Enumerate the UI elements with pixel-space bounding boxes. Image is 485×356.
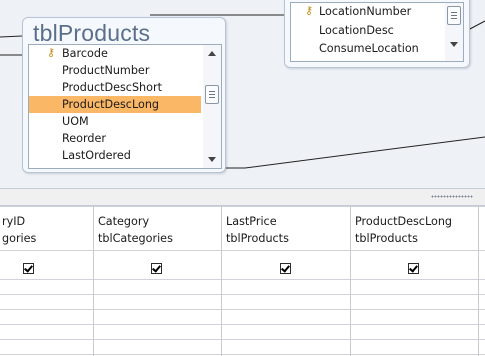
query-design-diagram-pane[interactable]: tblProducts ⚷ Barcode ProductNumber Prod… (0, 0, 485, 188)
grid-field-cell[interactable]: Category (98, 214, 218, 230)
scroll-thumb[interactable] (205, 85, 219, 104)
show-checkbox[interactable] (408, 263, 419, 274)
grid-line (0, 250, 485, 251)
scroll-thumb[interactable] (447, 6, 461, 25)
location-table-fields[interactable]: ⚷ LocationNumber LocationDesc ConsumeLoc… (290, 2, 464, 62)
grid-line (0, 206, 485, 207)
show-checkbox[interactable] (151, 263, 162, 274)
field-locationdesc[interactable]: LocationDesc (291, 22, 443, 39)
grid-table-cell[interactable]: tblCategories (98, 231, 218, 247)
primary-key-icon: ⚷ (305, 4, 314, 17)
field-productnumber[interactable]: ProductNumber (29, 62, 201, 79)
column-separator[interactable] (93, 206, 94, 356)
tblproducts-fields[interactable]: ⚷ Barcode ProductNumber ProductDescShort… (28, 44, 222, 169)
field-label: Barcode (62, 47, 108, 60)
field-productdescshort[interactable]: ProductDescShort (29, 79, 201, 96)
field-label: LocationDesc (319, 24, 394, 37)
field-label: ProductDescLong (62, 98, 160, 111)
grid-line (0, 294, 485, 295)
grid-line (0, 354, 485, 355)
query-design-grid[interactable]: ryID gories Category tblCategories LastP… (0, 206, 485, 356)
scroll-down-arrow-icon[interactable] (450, 42, 458, 47)
join-line-products-diagonal[interactable] (244, 136, 485, 169)
tblproducts-scrollbar[interactable] (203, 45, 221, 168)
field-label: ProductNumber (62, 64, 150, 77)
show-checkbox[interactable] (23, 263, 34, 274)
tblproducts-field-list[interactable]: tblProducts ⚷ Barcode ProductNumber Prod… (22, 17, 226, 173)
grid-table-cell[interactable]: tblProducts (226, 231, 346, 247)
scroll-down-arrow-icon[interactable] (208, 157, 216, 162)
grid-field-cell[interactable]: LastPrice (226, 214, 346, 230)
grid-field-cell[interactable]: ryID (2, 214, 92, 230)
location-table-field-list[interactable]: ⚷ LocationNumber LocationDesc ConsumeLoc… (284, 0, 470, 68)
grid-line (0, 324, 485, 325)
grid-line (0, 279, 485, 280)
field-barcode[interactable]: ⚷ Barcode (29, 45, 201, 62)
column-separator[interactable] (350, 206, 351, 356)
location-table-scrollbar[interactable] (445, 3, 463, 61)
field-label: LocationNumber (319, 5, 412, 18)
column-separator[interactable] (221, 206, 222, 356)
tblproducts-title[interactable]: tblProducts (33, 20, 150, 47)
field-label: UOM (62, 115, 89, 128)
column-separator[interactable] (478, 206, 479, 356)
field-label: ConsumeLocation (319, 42, 419, 55)
field-consumelocation[interactable]: ConsumeLocation (291, 40, 443, 57)
splitter-grip-icon[interactable] (431, 195, 473, 198)
grid-line (0, 309, 485, 310)
grid-table-cell[interactable]: gories (2, 231, 92, 247)
field-productdesclong[interactable]: ProductDescLong (29, 96, 201, 113)
join-line-left-top (0, 35, 23, 38)
field-label: Reorder (62, 132, 106, 145)
grid-field-cell[interactable]: ProductDescLong (355, 214, 475, 230)
field-lastordered[interactable]: LastOrdered (29, 147, 201, 164)
pane-splitter[interactable] (0, 188, 485, 206)
scroll-up-arrow-icon[interactable] (208, 51, 216, 56)
field-uom[interactable]: UOM (29, 113, 201, 130)
primary-key-icon: ⚷ (47, 46, 56, 59)
grid-table-cell[interactable]: tblProducts (355, 231, 475, 247)
field-label: LastOrdered (62, 149, 131, 162)
show-checkbox[interactable] (280, 263, 291, 274)
field-reorder[interactable]: Reorder (29, 130, 201, 147)
field-label: ProductDescShort (62, 81, 162, 94)
field-locationnumber[interactable]: ⚷ LocationNumber (291, 3, 443, 20)
grid-line (0, 339, 485, 340)
